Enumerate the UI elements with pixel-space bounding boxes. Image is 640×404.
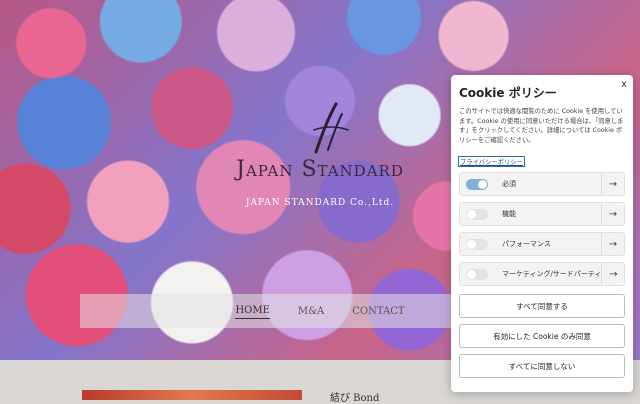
arrow-right-icon[interactable]: → <box>601 233 624 255</box>
marketing-toggle[interactable] <box>466 268 488 280</box>
category-label: 機能 <box>502 210 516 218</box>
performance-toggle[interactable] <box>466 238 488 250</box>
accept-selected-button[interactable]: 有効にした Cookie のみ同意 <box>459 324 625 348</box>
category-marketing-row[interactable]: マーケティング/サードパーティ → <box>459 262 625 286</box>
required-toggle[interactable] <box>466 178 488 190</box>
category-label: マーケティング/サードパーティ <box>502 270 602 278</box>
category-label: パフォーマンス <box>502 240 551 248</box>
nav-contact-link[interactable]: CONTACT <box>352 304 404 319</box>
section-image <box>82 390 302 400</box>
category-performance-row[interactable]: パフォーマンス → <box>459 232 625 256</box>
arrow-right-icon[interactable]: → <box>601 173 624 195</box>
cookie-title: Cookie ポリシー <box>459 86 557 100</box>
nav-home-link[interactable]: HOME <box>235 303 270 319</box>
section-title: 結び Bond <box>330 393 380 404</box>
arrow-right-icon[interactable]: → <box>601 263 624 285</box>
cookie-policy-dialog: x Cookie ポリシー このサイトでは快適な閲覧のために Cookie を使… <box>451 75 633 392</box>
accept-all-button[interactable]: すべて同意する <box>459 294 625 318</box>
nav-ma-link[interactable]: M&A <box>298 304 324 319</box>
category-label: 必須 <box>502 180 516 188</box>
logo-mark-icon <box>313 102 349 154</box>
arrow-right-icon[interactable]: → <box>601 203 624 225</box>
close-button[interactable]: x <box>621 79 627 90</box>
cookie-description: このサイトでは快適な閲覧のために Cookie を使用しています。Cookie … <box>459 108 624 144</box>
category-functional-row[interactable]: 機能 → <box>459 202 625 226</box>
reject-all-button[interactable]: すべてに同意しない <box>459 354 625 378</box>
privacy-policy-link[interactable]: プライバシーポリシー <box>458 156 525 167</box>
category-required-row[interactable]: 必須 → <box>459 172 625 196</box>
functional-toggle[interactable] <box>466 208 488 220</box>
